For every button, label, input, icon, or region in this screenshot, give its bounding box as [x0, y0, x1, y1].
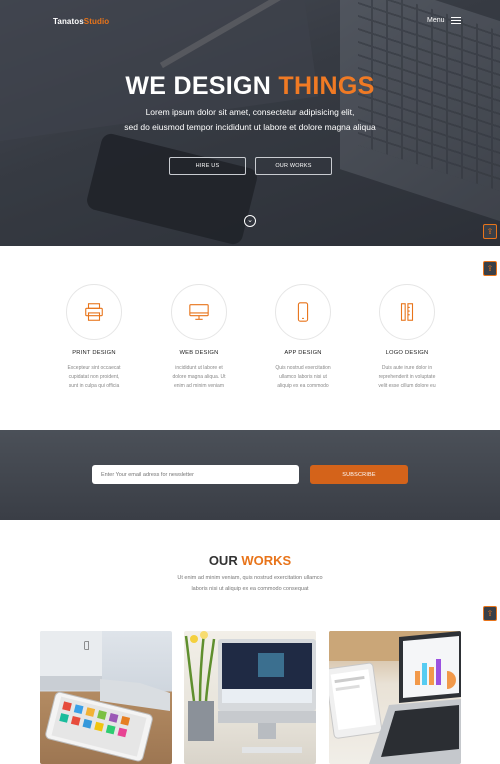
hero-title-main: WE DESIGN	[125, 72, 272, 100]
service-title: APP DESIGN	[284, 350, 322, 356]
work-thumbnail-laptop-tablet[interactable]	[329, 631, 461, 764]
works-title-accent: WORKS	[241, 553, 292, 568]
service-desc-line: enim ad minim veniam	[173, 383, 225, 389]
hire-us-button[interactable]: HIRE US	[169, 157, 246, 175]
service-icon-circle	[379, 284, 435, 340]
works-title-main: OUR	[208, 553, 238, 568]
service-description: incididunt ut labore et dolore magna ali…	[144, 364, 254, 391]
imac-tablet-image: 	[40, 631, 170, 762]
service-desc-line: dolore magna aliqua. Ut	[172, 374, 226, 380]
hero-subtitle-line2: sed do eiusmod tempor incididunt ut labo…	[124, 122, 376, 132]
subscribe-button[interactable]: SUBSCRIBE	[310, 465, 408, 484]
monitor-icon	[189, 304, 209, 320]
service-desc-line: Quis nostrud exercitation	[275, 365, 331, 371]
logo-accent-text: Studio	[83, 17, 110, 26]
service-icon-circle	[171, 284, 227, 340]
works-subtitle-line2: laboris nisi ut aliquip ex ea commodo co…	[191, 586, 309, 592]
service-desc-line: ullamco laboris nisi ut	[279, 374, 327, 380]
our-works-button[interactable]: OUR WORKS	[255, 157, 332, 175]
site-logo[interactable]: TanatosStudio	[53, 17, 109, 26]
service-desc-line: sunt in culpa qui officia	[68, 383, 120, 389]
work-thumbnail-imac-tablet[interactable]: 	[40, 631, 172, 764]
service-icon-circle	[275, 284, 331, 340]
printer-icon	[85, 303, 103, 321]
service-desc-line: cupidatat non proident,	[68, 374, 120, 380]
svg-text:: 	[84, 641, 89, 651]
side-tab-2[interactable]: ⇪	[483, 261, 497, 276]
smartphone-icon	[297, 302, 309, 322]
service-app-design[interactable]: APP DESIGN Quis nostrud exercitation ull…	[248, 284, 358, 391]
newsletter-email-input[interactable]	[92, 465, 299, 484]
service-web-design[interactable]: WEB DESIGN incididunt ut labore et dolor…	[144, 284, 254, 391]
service-desc-line: velit esse cillum dolore eu	[378, 383, 436, 389]
service-icon-circle	[66, 284, 122, 340]
work-thumbnail-imac-website[interactable]	[184, 631, 316, 764]
hamburger-icon	[450, 17, 461, 24]
menu-button[interactable]: Menu	[427, 17, 461, 24]
imac-website-image	[184, 631, 316, 753]
scroll-down-icon[interactable]: ⌄	[244, 215, 256, 227]
pencil-ruler-icon	[400, 303, 414, 321]
service-logo-design[interactable]: LOGO DESIGN Duis aute irure dolor in rep…	[352, 284, 462, 391]
service-desc-line: reprehenderit in voluptate	[378, 374, 436, 380]
service-description: Excepteur sint occaecat cupidatat non pr…	[39, 364, 149, 391]
menu-label: Menu	[427, 17, 445, 24]
service-title: PRINT DESIGN	[72, 350, 116, 356]
service-desc-line: aliquip ex ea commodo	[277, 383, 329, 389]
service-title: WEB DESIGN	[179, 350, 219, 356]
service-title: LOGO DESIGN	[385, 350, 429, 356]
hero-title-accent: THINGS	[278, 72, 375, 100]
side-tab-4[interactable]: ⇪	[483, 606, 497, 621]
service-print-design[interactable]: PRINT DESIGN Excepteur sint occaecat cup…	[39, 284, 149, 391]
laptop-tablet-image	[329, 631, 461, 764]
works-subtitle-line1: Ut enim ad minim veniam, quis nostrud ex…	[177, 575, 323, 581]
service-desc-line: incididunt ut labore et	[175, 365, 223, 371]
service-desc-line: Duis aute irure dolor in	[381, 365, 433, 371]
service-desc-line: Excepteur sint occaecat	[67, 365, 121, 371]
side-tab-1[interactable]: ⇪	[483, 224, 497, 239]
hero-subtitle-line1: Lorem ipsum dolor sit amet, consectetur …	[145, 107, 355, 117]
service-description: Duis aute irure dolor in reprehenderit i…	[352, 364, 462, 391]
hero-title: WE DESIGN THINGS	[0, 72, 500, 101]
works-title: OUR WORKS	[0, 553, 500, 568]
logo-text: Tanatos	[53, 17, 84, 26]
service-description: Quis nostrud exercitation ullamco labori…	[248, 364, 358, 391]
